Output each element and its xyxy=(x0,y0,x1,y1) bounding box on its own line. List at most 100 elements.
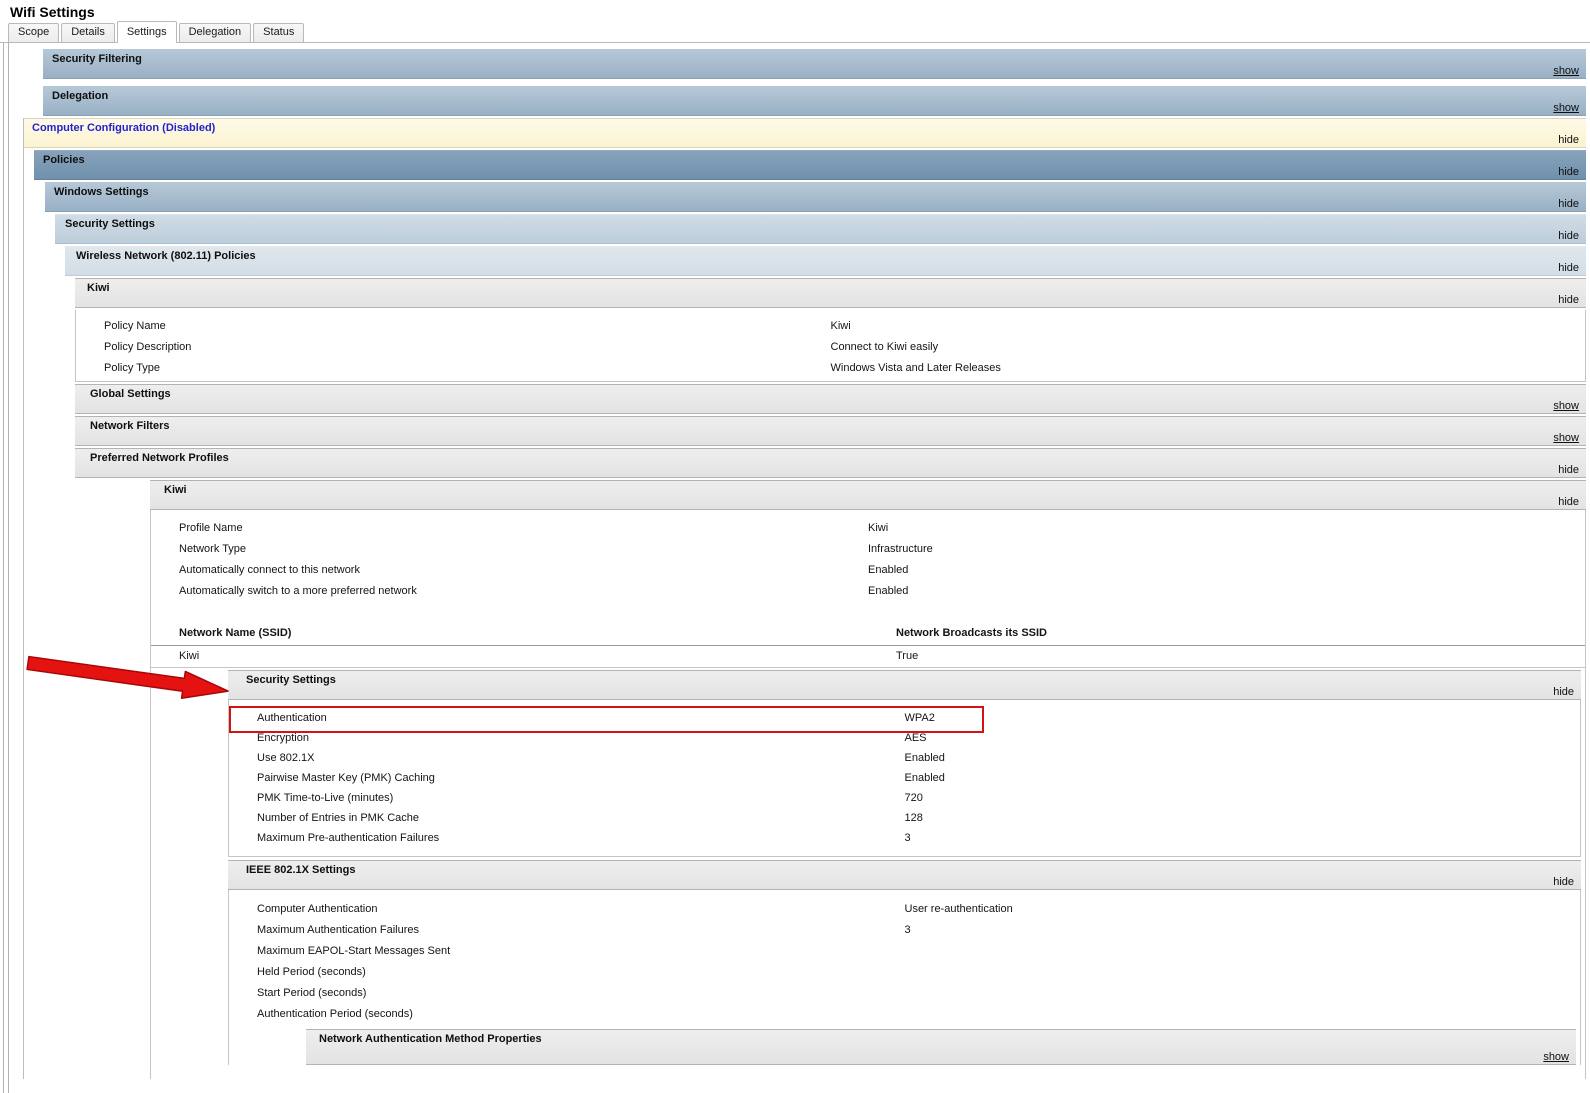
field-value: User re-authentication xyxy=(905,899,1581,920)
section-title: Security Settings xyxy=(65,218,155,230)
show-link[interactable]: show xyxy=(1553,102,1579,114)
section-title: Global Settings xyxy=(90,388,171,400)
section-header-global-settings: Global Settings show xyxy=(75,384,1586,414)
section-title: Policies xyxy=(43,154,85,166)
field-label: Policy Name xyxy=(76,316,831,337)
table-row: Authentication Period (seconds) xyxy=(229,1004,1580,1025)
field-value: Enabled xyxy=(868,560,1585,581)
hide-link[interactable]: hide xyxy=(1558,294,1579,306)
section-header-kiwi-policy: Kiwi hide xyxy=(75,278,1586,308)
hide-link[interactable]: hide xyxy=(1558,134,1579,146)
field-value: WPA2 xyxy=(905,708,1581,728)
table-row: Encryption AES xyxy=(229,728,1580,748)
ssid-broadcast: True xyxy=(868,646,1585,667)
section-title: Security Settings xyxy=(246,674,336,686)
tab-settings[interactable]: Settings xyxy=(117,21,177,43)
show-link[interactable]: show xyxy=(1553,65,1579,77)
hide-link[interactable]: hide xyxy=(1558,464,1579,476)
page-title: Wifi Settings xyxy=(10,4,1590,20)
section-header-net-auth-props: Network Authentication Method Properties… xyxy=(306,1029,1576,1065)
field-value xyxy=(905,1004,1581,1025)
field-value: 3 xyxy=(905,920,1581,941)
table-row: Profile Name Kiwi xyxy=(151,518,1585,539)
section-header-preferred-profiles: Preferred Network Profiles hide xyxy=(75,448,1586,478)
hide-link[interactable]: hide xyxy=(1553,686,1574,698)
section-title: Computer Configuration (Disabled) xyxy=(32,122,215,134)
hide-link[interactable]: hide xyxy=(1558,230,1579,242)
table-row: PMK Time-to-Live (minutes) 720 xyxy=(229,788,1580,808)
section-header-computer-configuration: Computer Configuration (Disabled) hide xyxy=(24,118,1586,148)
field-label: Use 802.1X xyxy=(229,748,905,768)
show-link[interactable]: show xyxy=(1543,1051,1569,1063)
gpmc-settings-report: { "window": { "title": "Wifi Settings" }… xyxy=(0,4,1590,1052)
section-title: IEEE 802.1X Settings xyxy=(246,864,355,876)
field-value: 720 xyxy=(905,788,1581,808)
field-label: Maximum EAPOL-Start Messages Sent xyxy=(229,941,905,962)
table-row: Number of Entries in PMK Cache 128 xyxy=(229,808,1580,828)
section-header-policies: Policies hide xyxy=(34,150,1586,180)
section-title: Wireless Network (802.11) Policies xyxy=(76,250,256,262)
section-title: Windows Settings xyxy=(54,186,149,198)
field-value: AES xyxy=(905,728,1581,748)
field-value: 3 xyxy=(905,828,1581,848)
table-row: Maximum Authentication Failures 3 xyxy=(229,920,1580,941)
table-row: Policy Description Connect to Kiwi easil… xyxy=(76,337,1585,358)
field-label: Policy Type xyxy=(76,358,831,379)
tab-delegation[interactable]: Delegation xyxy=(179,23,252,42)
field-label: Automatically switch to a more preferred… xyxy=(151,581,868,602)
field-value: Infrastructure xyxy=(868,539,1585,560)
table-row: Policy Type Windows Vista and Later Rele… xyxy=(76,358,1585,379)
section-header-ieee-8021x: IEEE 802.1X Settings hide xyxy=(228,860,1581,890)
table-row: Automatically switch to a more preferred… xyxy=(151,581,1585,602)
field-label: Pairwise Master Key (PMK) Caching xyxy=(229,768,905,788)
field-label: Computer Authentication xyxy=(229,899,905,920)
show-link[interactable]: show xyxy=(1553,432,1579,444)
table-row-authentication: Authentication WPA2 xyxy=(229,708,1580,728)
field-label: Profile Name xyxy=(151,518,868,539)
hide-link[interactable]: hide xyxy=(1558,166,1579,178)
field-label: Policy Description xyxy=(76,337,831,358)
spacer xyxy=(151,602,1585,622)
field-label: Encryption xyxy=(229,728,905,748)
field-value: Connect to Kiwi easily xyxy=(831,337,1586,358)
section-title: Preferred Network Profiles xyxy=(90,452,229,464)
ssid-table-header: Network Name (SSID) Network Broadcasts i… xyxy=(151,622,1585,646)
tab-scope[interactable]: Scope xyxy=(8,23,59,42)
table-row: Pairwise Master Key (PMK) Caching Enable… xyxy=(229,768,1580,788)
field-value: 128 xyxy=(905,808,1581,828)
profile-content-box: Profile Name Kiwi Network Type Infrastru… xyxy=(150,510,1586,1079)
column-header: Network Name (SSID) xyxy=(151,622,868,645)
field-value: Enabled xyxy=(905,768,1581,788)
section-title: Kiwi xyxy=(164,484,187,496)
field-value: Enabled xyxy=(905,748,1581,768)
table-row: Use 802.1X Enabled xyxy=(229,748,1580,768)
show-link[interactable]: show xyxy=(1553,400,1579,412)
hide-link[interactable]: hide xyxy=(1553,876,1574,888)
tab-status[interactable]: Status xyxy=(253,23,304,42)
hide-link[interactable]: hide xyxy=(1558,262,1579,274)
section-header-security-filtering: Security Filtering show xyxy=(43,49,1586,79)
table-row: Network Type Infrastructure xyxy=(151,539,1585,560)
security-settings-table: Authentication WPA2 Encryption AES Use 8… xyxy=(228,700,1581,857)
ssid-name: Kiwi xyxy=(151,646,868,667)
section-header-profile-security: Security Settings hide xyxy=(228,670,1581,700)
field-label: Automatically connect to this network xyxy=(151,560,868,581)
section-title: Network Authentication Method Properties xyxy=(319,1033,542,1045)
field-value: Enabled xyxy=(868,581,1585,602)
hide-link[interactable]: hide xyxy=(1558,198,1579,210)
field-value xyxy=(905,983,1581,1004)
field-label: Held Period (seconds) xyxy=(229,962,905,983)
field-label: PMK Time-to-Live (minutes) xyxy=(229,788,905,808)
section-title: Kiwi xyxy=(87,282,110,294)
section-title: Delegation xyxy=(52,90,108,102)
tab-details[interactable]: Details xyxy=(61,23,115,42)
settings-report-inner: Security Filtering show Delegation show … xyxy=(8,43,1590,1093)
field-label: Maximum Authentication Failures xyxy=(229,920,905,941)
table-row: Policy Name Kiwi xyxy=(76,316,1585,337)
section-header-kiwi-profile: Kiwi hide xyxy=(150,480,1586,510)
hide-link[interactable]: hide xyxy=(1558,496,1579,508)
section-header-security-settings: Security Settings hide xyxy=(55,214,1586,244)
tab-bar: Scope Details Settings Delegation Status xyxy=(0,21,1590,43)
table-row: Start Period (seconds) xyxy=(229,983,1580,1004)
ssid-table-row: Kiwi True xyxy=(151,646,1585,668)
